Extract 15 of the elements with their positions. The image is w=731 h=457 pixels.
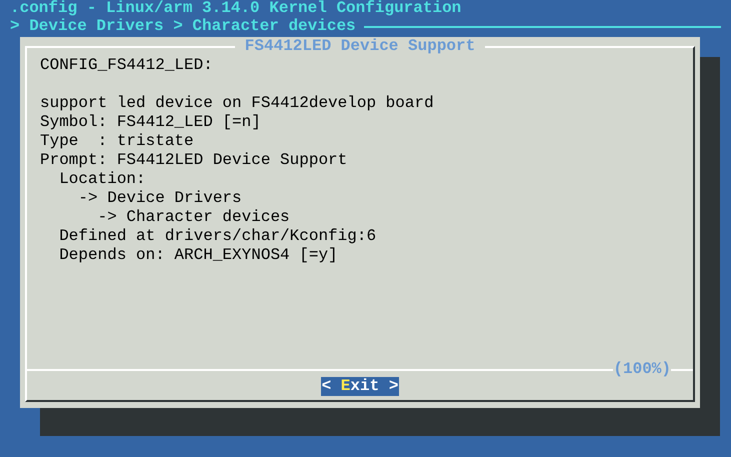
help-text-line: support led device on FS4412develop board — [40, 94, 434, 113]
exit-button[interactable]: < Exit > — [320, 377, 400, 396]
window-title: .config - Linux/arm 3.14.0 Kernel Configuration — [10, 0, 462, 16]
scroll-percent: (100%) — [613, 360, 671, 379]
config-name: CONFIG_FS4412_LED: — [40, 56, 214, 75]
help-text-line: Defined at drivers/char/Kconfig:6 — [58, 227, 378, 246]
help-text-line: Depends on: ARCH_EXYNOS4 [=y] — [58, 246, 339, 265]
help-text-line: -> Character devices — [96, 208, 291, 227]
help-text-line: -> Device Drivers — [77, 189, 243, 208]
help-text-line: Location: — [58, 170, 147, 189]
dialog-title: FS4412LED Device Support — [234, 37, 486, 56]
breadcrumb: > Device Drivers > Character devices — [10, 17, 356, 36]
help-text-line: Symbol: FS4412_LED [=n] — [40, 113, 262, 132]
help-text-line: Prompt: FS4412LED Device Support — [40, 151, 348, 170]
help-text-line: Type : tristate — [40, 132, 195, 151]
